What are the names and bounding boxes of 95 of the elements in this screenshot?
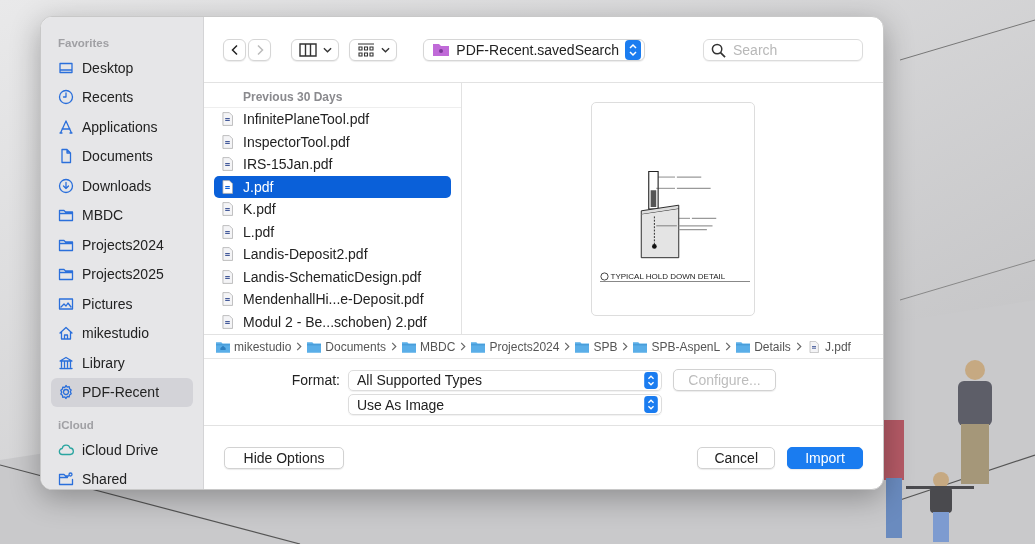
chevron-icon [795, 342, 802, 351]
pdf-file-icon [222, 292, 233, 307]
smart-folder-icon [432, 42, 451, 57]
group-heading: Previous 30 Days [204, 87, 461, 108]
folder-icon [575, 340, 590, 353]
cloud-icon [58, 441, 74, 458]
chevron-icon [725, 342, 732, 351]
folder-icon [307, 340, 322, 353]
chevron-icon [622, 342, 629, 351]
stepper-icon [625, 39, 641, 60]
caret-icon [380, 46, 390, 53]
path-item[interactable]: MBDC [402, 339, 456, 354]
hide-options-button[interactable]: Hide Options [224, 446, 344, 469]
sidebar-item[interactable]: PDF-Recent [51, 377, 193, 407]
path-item[interactable]: J.pdf [806, 339, 851, 354]
clock-icon [58, 89, 74, 106]
file-row[interactable]: IRS-15Jan.pdf [214, 153, 451, 176]
path-item[interactable]: Projects2024 [471, 339, 560, 354]
sidebar-item[interactable]: MBDC [51, 200, 193, 230]
pdf-file-icon [222, 134, 233, 149]
sidebar-item[interactable]: Pictures [51, 289, 193, 319]
shared-folder-icon [58, 471, 74, 488]
sidebar-item[interactable]: iCloud Drive [51, 435, 193, 465]
use-as-dropdown[interactable]: Use As Image [348, 394, 662, 415]
drawing-caption: TYPICAL HOLD DOWN DETAIL [610, 271, 726, 281]
image-icon [58, 295, 74, 312]
import-button[interactable]: Import [787, 446, 863, 469]
house-icon [58, 325, 74, 342]
path-item[interactable]: SPB-AspenL [633, 339, 721, 354]
pdf-file-icon [222, 179, 233, 194]
library-icon [58, 354, 74, 371]
sidebar-item[interactable]: Shared [51, 464, 193, 489]
format-dropdown[interactable]: All Supported Types [348, 369, 662, 391]
sidebar-item[interactable]: Downloads [51, 171, 193, 201]
grid-icon [356, 42, 375, 57]
sidebar-item[interactable]: mikestudio [51, 318, 193, 348]
file-row[interactable]: InspectorTool.pdf [214, 130, 451, 153]
sidebar-item[interactable]: Applications [51, 112, 193, 142]
file-row[interactable]: J.pdf [214, 175, 451, 198]
back-button[interactable] [223, 38, 246, 61]
file-row[interactable]: K.pdf [214, 198, 451, 221]
sidebar-item[interactable]: Documents [51, 141, 193, 171]
folder-icon [58, 207, 74, 224]
sidebar-item[interactable]: Projects2025 [51, 259, 193, 289]
file-row[interactable]: InfinitePlaneTool.pdf [214, 108, 451, 131]
search-field[interactable]: Search [703, 38, 863, 61]
file-row[interactable]: MendenhallHi...e-Deposit.pdf [214, 288, 451, 311]
sidebar-item[interactable]: Library [51, 348, 193, 378]
pdf-file-icon [222, 224, 233, 239]
format-label: Format: [290, 372, 340, 388]
chevron-icon [296, 342, 303, 351]
file-row[interactable]: Modul 2 - Be...schoben) 2.pdf [214, 310, 451, 333]
columns-icon [298, 42, 317, 57]
file-row[interactable]: L.pdf [214, 220, 451, 243]
folder-icon [736, 340, 751, 353]
path-item[interactable]: mikestudio [216, 339, 292, 354]
pdf-file-icon [222, 314, 233, 329]
sidebar-item[interactable]: Desktop [51, 53, 193, 83]
document-icon [58, 148, 74, 165]
group-button[interactable] [349, 38, 397, 61]
home-folder-icon [216, 340, 230, 353]
search-icon [711, 42, 726, 58]
chevron-icon [564, 342, 571, 351]
path-item[interactable]: Documents [307, 339, 387, 354]
path-item[interactable]: Details [736, 339, 791, 354]
gear-icon [58, 384, 74, 401]
file-row[interactable]: Landis-Deposit2.pdf [214, 243, 451, 266]
sidebar-item[interactable]: Projects2024 [51, 230, 193, 260]
folder-icon [633, 340, 648, 353]
child-figure [906, 472, 974, 542]
stepper-icon [643, 396, 659, 413]
pdf-file-icon [222, 157, 233, 172]
sidebar-heading: iCloud [57, 418, 95, 433]
chevron-icon [391, 342, 398, 351]
path-item[interactable]: SPB [575, 339, 618, 354]
pdf-file-icon [222, 112, 233, 127]
sidebar-heading: Favorites [57, 36, 111, 51]
location-popup[interactable]: PDF-Recent.savedSearch [423, 38, 645, 61]
detail-marker-icon [599, 271, 609, 281]
pdf-file-icon [222, 269, 233, 284]
chevron-icon [460, 342, 467, 351]
folder-icon [58, 266, 74, 283]
cancel-button[interactable]: Cancel [697, 446, 775, 469]
download-icon [58, 177, 74, 194]
file-row[interactable]: Landis-SchematicDesign.pdf [214, 265, 451, 288]
applications-icon [58, 118, 74, 135]
caret-icon [322, 46, 332, 53]
pdf-file-icon [806, 340, 821, 353]
folder-icon [402, 340, 417, 353]
pdf-file-icon [222, 202, 233, 217]
column-view-button[interactable] [291, 38, 339, 61]
pdf-file-icon [222, 247, 233, 262]
stepper-icon [643, 371, 659, 389]
folder-icon [471, 340, 486, 353]
sidebar-item[interactable]: Recents [51, 82, 193, 112]
